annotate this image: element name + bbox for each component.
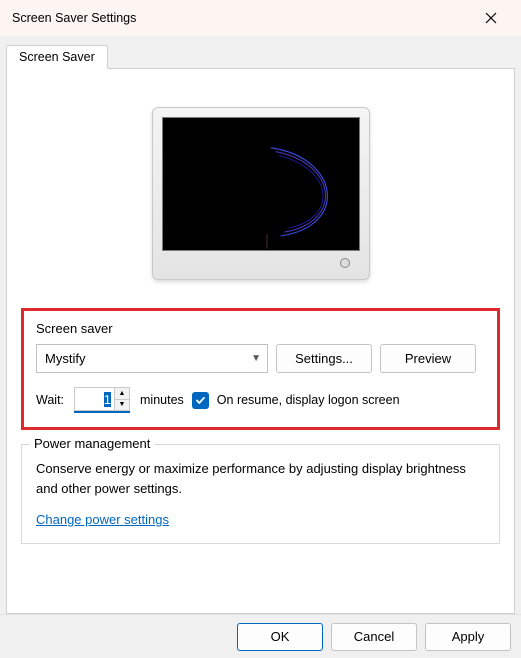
power-description: Conserve energy or maximize performance … bbox=[36, 459, 485, 498]
apply-button[interactable]: Apply bbox=[425, 623, 511, 651]
tab-label: Screen Saver bbox=[19, 50, 95, 64]
monitor-screen bbox=[162, 117, 360, 251]
window-title: Screen Saver Settings bbox=[12, 11, 136, 25]
settings-button[interactable]: Settings... bbox=[276, 344, 372, 373]
preview-button[interactable]: Preview bbox=[380, 344, 476, 373]
group-title-screen-saver: Screen saver bbox=[36, 321, 485, 336]
monitor-stand bbox=[162, 251, 360, 275]
tab-panel: Screen saver Mystify ▼ Settings... Previ… bbox=[6, 68, 515, 614]
wait-input[interactable] bbox=[74, 387, 114, 411]
close-icon bbox=[485, 12, 497, 24]
tabstrip: Screen Saver bbox=[6, 45, 515, 69]
wait-unit: minutes bbox=[140, 393, 184, 407]
resume-label: On resume, display logon screen bbox=[217, 393, 400, 407]
monitor-preview bbox=[21, 107, 500, 280]
screensaver-select-value: Mystify bbox=[45, 351, 85, 366]
dialog-button-bar: OK Cancel Apply bbox=[0, 614, 521, 658]
cancel-button[interactable]: Cancel bbox=[331, 623, 417, 651]
wait-label: Wait: bbox=[36, 393, 64, 407]
group-title-power: Power management bbox=[30, 436, 154, 451]
screen-saver-group: Screen saver Mystify ▼ Settings... Previ… bbox=[21, 308, 500, 430]
change-power-settings-link[interactable]: Change power settings bbox=[36, 512, 169, 527]
spinner-up-icon[interactable]: ▲ bbox=[115, 388, 129, 400]
resume-checkbox[interactable] bbox=[192, 392, 209, 409]
tab-screen-saver[interactable]: Screen Saver bbox=[6, 45, 108, 69]
power-management-group: Power management Conserve energy or maxi… bbox=[21, 444, 500, 544]
wait-spinner[interactable]: ▲ ▼ bbox=[74, 387, 130, 413]
titlebar: Screen Saver Settings bbox=[0, 0, 521, 36]
check-icon bbox=[195, 395, 206, 406]
screensaver-select[interactable]: Mystify ▼ bbox=[36, 344, 268, 373]
window: Screen Saver Settings Screen Saver bbox=[0, 0, 521, 658]
spinner-down-icon[interactable]: ▼ bbox=[115, 400, 129, 411]
content-area: Screen Saver bbox=[0, 36, 521, 614]
monitor-power-icon bbox=[340, 258, 350, 268]
monitor-frame bbox=[152, 107, 370, 280]
wait-spinner-buttons: ▲ ▼ bbox=[114, 387, 130, 411]
close-button[interactable] bbox=[471, 3, 511, 33]
chevron-down-icon: ▼ bbox=[251, 353, 261, 364]
mystify-preview-icon bbox=[163, 118, 359, 250]
ok-button[interactable]: OK bbox=[237, 623, 323, 651]
